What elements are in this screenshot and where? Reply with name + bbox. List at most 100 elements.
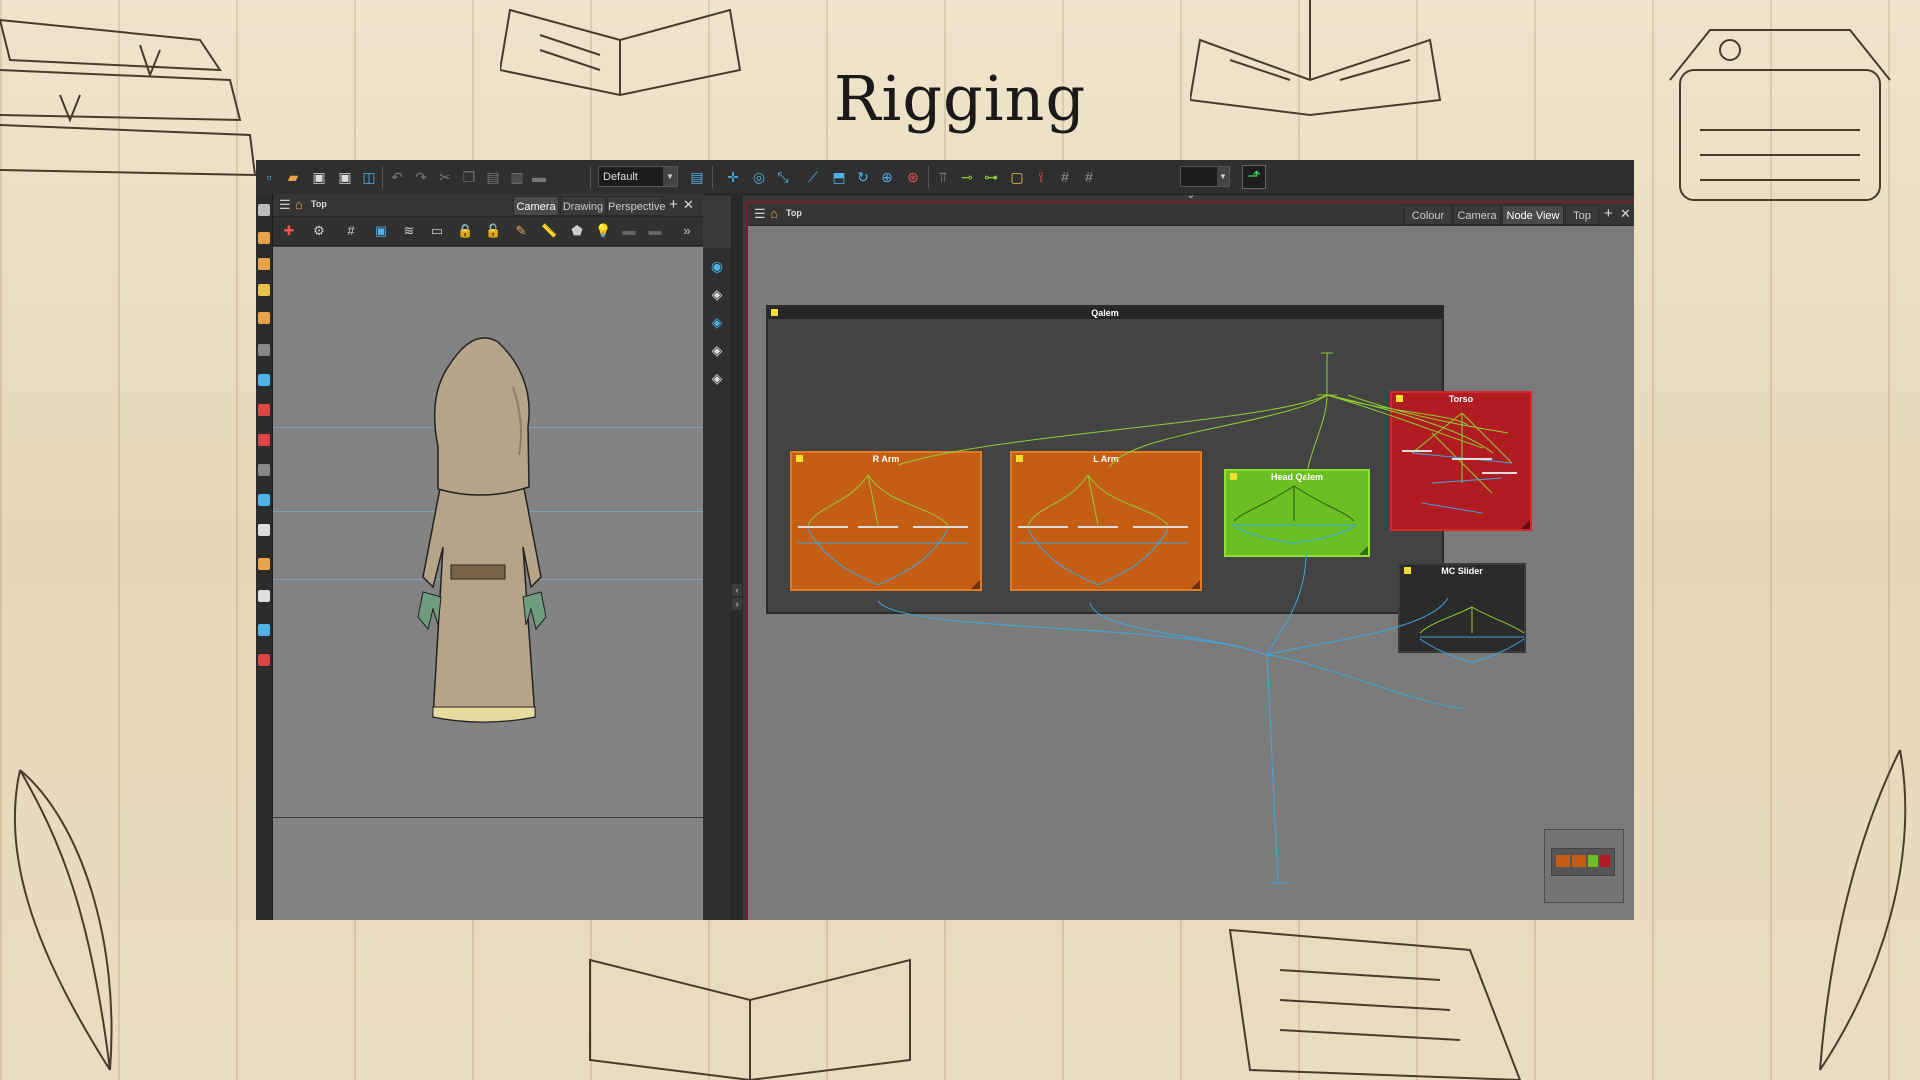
game-bone-icon[interactable]: ⊶ bbox=[982, 168, 1000, 186]
line-tool-icon[interactable] bbox=[258, 404, 270, 416]
node-view-navigator[interactable] bbox=[1544, 829, 1624, 903]
translate-tool-icon[interactable]: ✛ bbox=[724, 168, 742, 186]
frame-field[interactable]: ▼ bbox=[1180, 166, 1230, 187]
add-tab-icon[interactable]: + bbox=[669, 196, 678, 214]
close-icon[interactable]: ✕ bbox=[683, 196, 694, 214]
render-preview-button[interactable]: ⬏ bbox=[1242, 165, 1266, 189]
eraser-tool-icon[interactable] bbox=[258, 284, 270, 296]
r-arm-internal-graph bbox=[798, 474, 968, 586]
view-side-toolbar: ◉ ◈ ◈ ◈ ◈ bbox=[703, 248, 731, 920]
spline-offset-icon[interactable]: ↻ bbox=[854, 168, 872, 186]
cut-icon[interactable]: ✂ bbox=[436, 168, 454, 186]
chevron-down-icon: ▼ bbox=[663, 167, 677, 186]
pivot-tool-icon[interactable]: ⊕ bbox=[878, 168, 896, 186]
stack-icon[interactable]: ▬ bbox=[621, 223, 637, 239]
harmony-app-window: ▫ ▰ ▣ ▣ ◫ ↶ ↷ ✂ ❐ ▤ ▥ ▬ Default ▼ ▤ ✛ ◎ … bbox=[256, 160, 1634, 920]
more-chevron-icon[interactable]: » bbox=[679, 223, 695, 239]
morph-tool-icon[interactable] bbox=[258, 654, 270, 666]
slide-title: Rigging bbox=[833, 62, 1087, 135]
text-tool-icon[interactable] bbox=[258, 344, 270, 356]
menu-icon[interactable]: ☰ bbox=[279, 198, 291, 212]
clear-icon[interactable]: ▬ bbox=[530, 168, 548, 186]
redo-icon[interactable]: ↷ bbox=[412, 168, 430, 186]
pencil-tool-icon[interactable] bbox=[258, 258, 270, 270]
head-qalem-internal-graph bbox=[1232, 485, 1356, 544]
preset-select[interactable]: Default ▼ bbox=[598, 166, 678, 187]
envelope-tool-icon[interactable]: ▢ bbox=[1008, 168, 1026, 186]
navigator-thumbnail[interactable] bbox=[1551, 848, 1615, 876]
tab-drawing[interactable]: Drawing bbox=[560, 196, 606, 216]
deformer-tool-icon[interactable]: ⟟ bbox=[1032, 168, 1050, 186]
camera-view-panel: ☰ ⌂ Top Camera Drawing Perspective + ✕ ✚… bbox=[273, 194, 703, 920]
bone-tool-icon[interactable]: ⊸ bbox=[958, 168, 976, 186]
timeline-divider bbox=[273, 817, 703, 818]
onion-skin-icon[interactable]: ≋ bbox=[401, 223, 417, 239]
layer-icon[interactable]: ▬ bbox=[647, 223, 663, 239]
paste-icon[interactable]: ▤ bbox=[484, 168, 502, 186]
toolbar-separator bbox=[712, 166, 713, 188]
select-tool-icon[interactable] bbox=[258, 204, 270, 216]
ruler-icon[interactable]: 📏 bbox=[541, 223, 557, 239]
unlock-icon[interactable]: 🔓 bbox=[485, 223, 501, 239]
grid-tool-icon[interactable]: # bbox=[1056, 168, 1074, 186]
workspace-icon[interactable]: ▤ bbox=[688, 168, 706, 186]
maximize-tool-icon[interactable]: ⬒ bbox=[830, 168, 848, 186]
navigator-node bbox=[1572, 855, 1586, 867]
navigator-node bbox=[1588, 855, 1598, 867]
scene-settings-icon[interactable]: ◫ bbox=[360, 168, 378, 186]
eye-icon[interactable]: ◉ bbox=[707, 256, 727, 276]
scale-tool-icon[interactable]: ⤡ bbox=[774, 168, 792, 186]
transform-tool-icon[interactable] bbox=[258, 590, 270, 602]
pencil-icon[interactable]: ✎ bbox=[513, 223, 529, 239]
tab-camera[interactable]: Camera bbox=[513, 196, 559, 216]
rotate-tool-icon[interactable]: ◎ bbox=[750, 168, 768, 186]
layers-stack-icon[interactable]: ◈ bbox=[707, 340, 727, 360]
cutter-tool-icon[interactable] bbox=[258, 464, 270, 476]
collapse-right-icon[interactable]: › bbox=[732, 598, 742, 610]
skew-tool-icon[interactable]: ⟋ bbox=[804, 168, 822, 186]
lock-icon[interactable]: 🔒 bbox=[457, 223, 473, 239]
panel-splitter[interactable]: ‹ › bbox=[731, 194, 743, 920]
home-icon[interactable]: ⌂ bbox=[295, 197, 303, 213]
chevron-down-icon: ▼ bbox=[1217, 167, 1229, 186]
dropper-tool-icon[interactable] bbox=[258, 434, 270, 446]
stroke-tool-icon[interactable] bbox=[258, 624, 270, 636]
copy-icon[interactable]: ❐ bbox=[460, 168, 478, 186]
contour-editor-icon[interactable] bbox=[258, 494, 270, 506]
brush-tool-icon[interactable] bbox=[258, 232, 270, 244]
save-as-icon[interactable]: ▣ bbox=[336, 168, 354, 186]
layers-icon[interactable]: ◈ bbox=[707, 284, 727, 304]
paint-tool-icon[interactable] bbox=[258, 312, 270, 324]
node-view-panel[interactable]: ☰ ⌂ Top Colour Camera Node View Top + ✕ … bbox=[746, 201, 1634, 920]
camera-view-toolbar: ✚ ⚙ # ▣ ≋ ▭ 🔒 🔓 ✎ 📏 ⬟ 💡 ▬ ▬ » bbox=[273, 217, 703, 246]
zoom-tool-icon[interactable] bbox=[258, 558, 270, 570]
undo-icon[interactable]: ↶ bbox=[388, 168, 406, 186]
main-toolbar: ▫ ▰ ▣ ▣ ◫ ↶ ↷ ✂ ❐ ▤ ▥ ▬ Default ▼ ▤ ✛ ◎ … bbox=[256, 160, 1634, 195]
layers-active-icon[interactable]: ◈ bbox=[707, 312, 727, 332]
hand-tool-icon[interactable] bbox=[258, 524, 270, 536]
light-table-icon[interactable]: ▭ bbox=[429, 223, 445, 239]
bulb-icon[interactable]: 💡 bbox=[595, 223, 611, 239]
new-scene-icon[interactable]: ▫ bbox=[260, 168, 278, 186]
add-element-icon[interactable]: ✚ bbox=[281, 223, 297, 239]
collapse-left-icon[interactable]: ‹ bbox=[732, 584, 742, 596]
tab-perspective[interactable]: Perspective bbox=[607, 196, 665, 216]
grid-snap-icon[interactable]: # bbox=[1080, 168, 1098, 186]
safe-area-icon[interactable]: ▣ bbox=[373, 223, 389, 239]
open-scene-icon[interactable]: ▰ bbox=[284, 168, 302, 186]
delete-icon[interactable]: ▥ bbox=[508, 168, 526, 186]
settings-gear-icon[interactable]: ⚙ bbox=[311, 223, 327, 239]
stamp-icon[interactable]: ⬟ bbox=[569, 223, 585, 239]
camera-stage[interactable] bbox=[273, 247, 703, 920]
preset-select-value: Default bbox=[603, 171, 638, 183]
layers-bottom-icon[interactable]: ◈ bbox=[707, 368, 727, 388]
toolbar-expand-chevron-icon[interactable]: ⌄ bbox=[1184, 191, 1198, 201]
l-arm-internal-graph bbox=[1018, 474, 1188, 586]
mc-slider-internal-graph bbox=[1419, 606, 1525, 664]
toolbar-separator bbox=[590, 166, 591, 188]
grid-icon[interactable]: # bbox=[343, 223, 359, 239]
save-icon[interactable]: ▣ bbox=[310, 168, 328, 186]
ik-tool-icon[interactable]: ⊛ bbox=[904, 168, 922, 186]
shape-tool-icon[interactable] bbox=[258, 374, 270, 386]
rigging-tool-icon[interactable]: ⫪ bbox=[934, 168, 952, 186]
